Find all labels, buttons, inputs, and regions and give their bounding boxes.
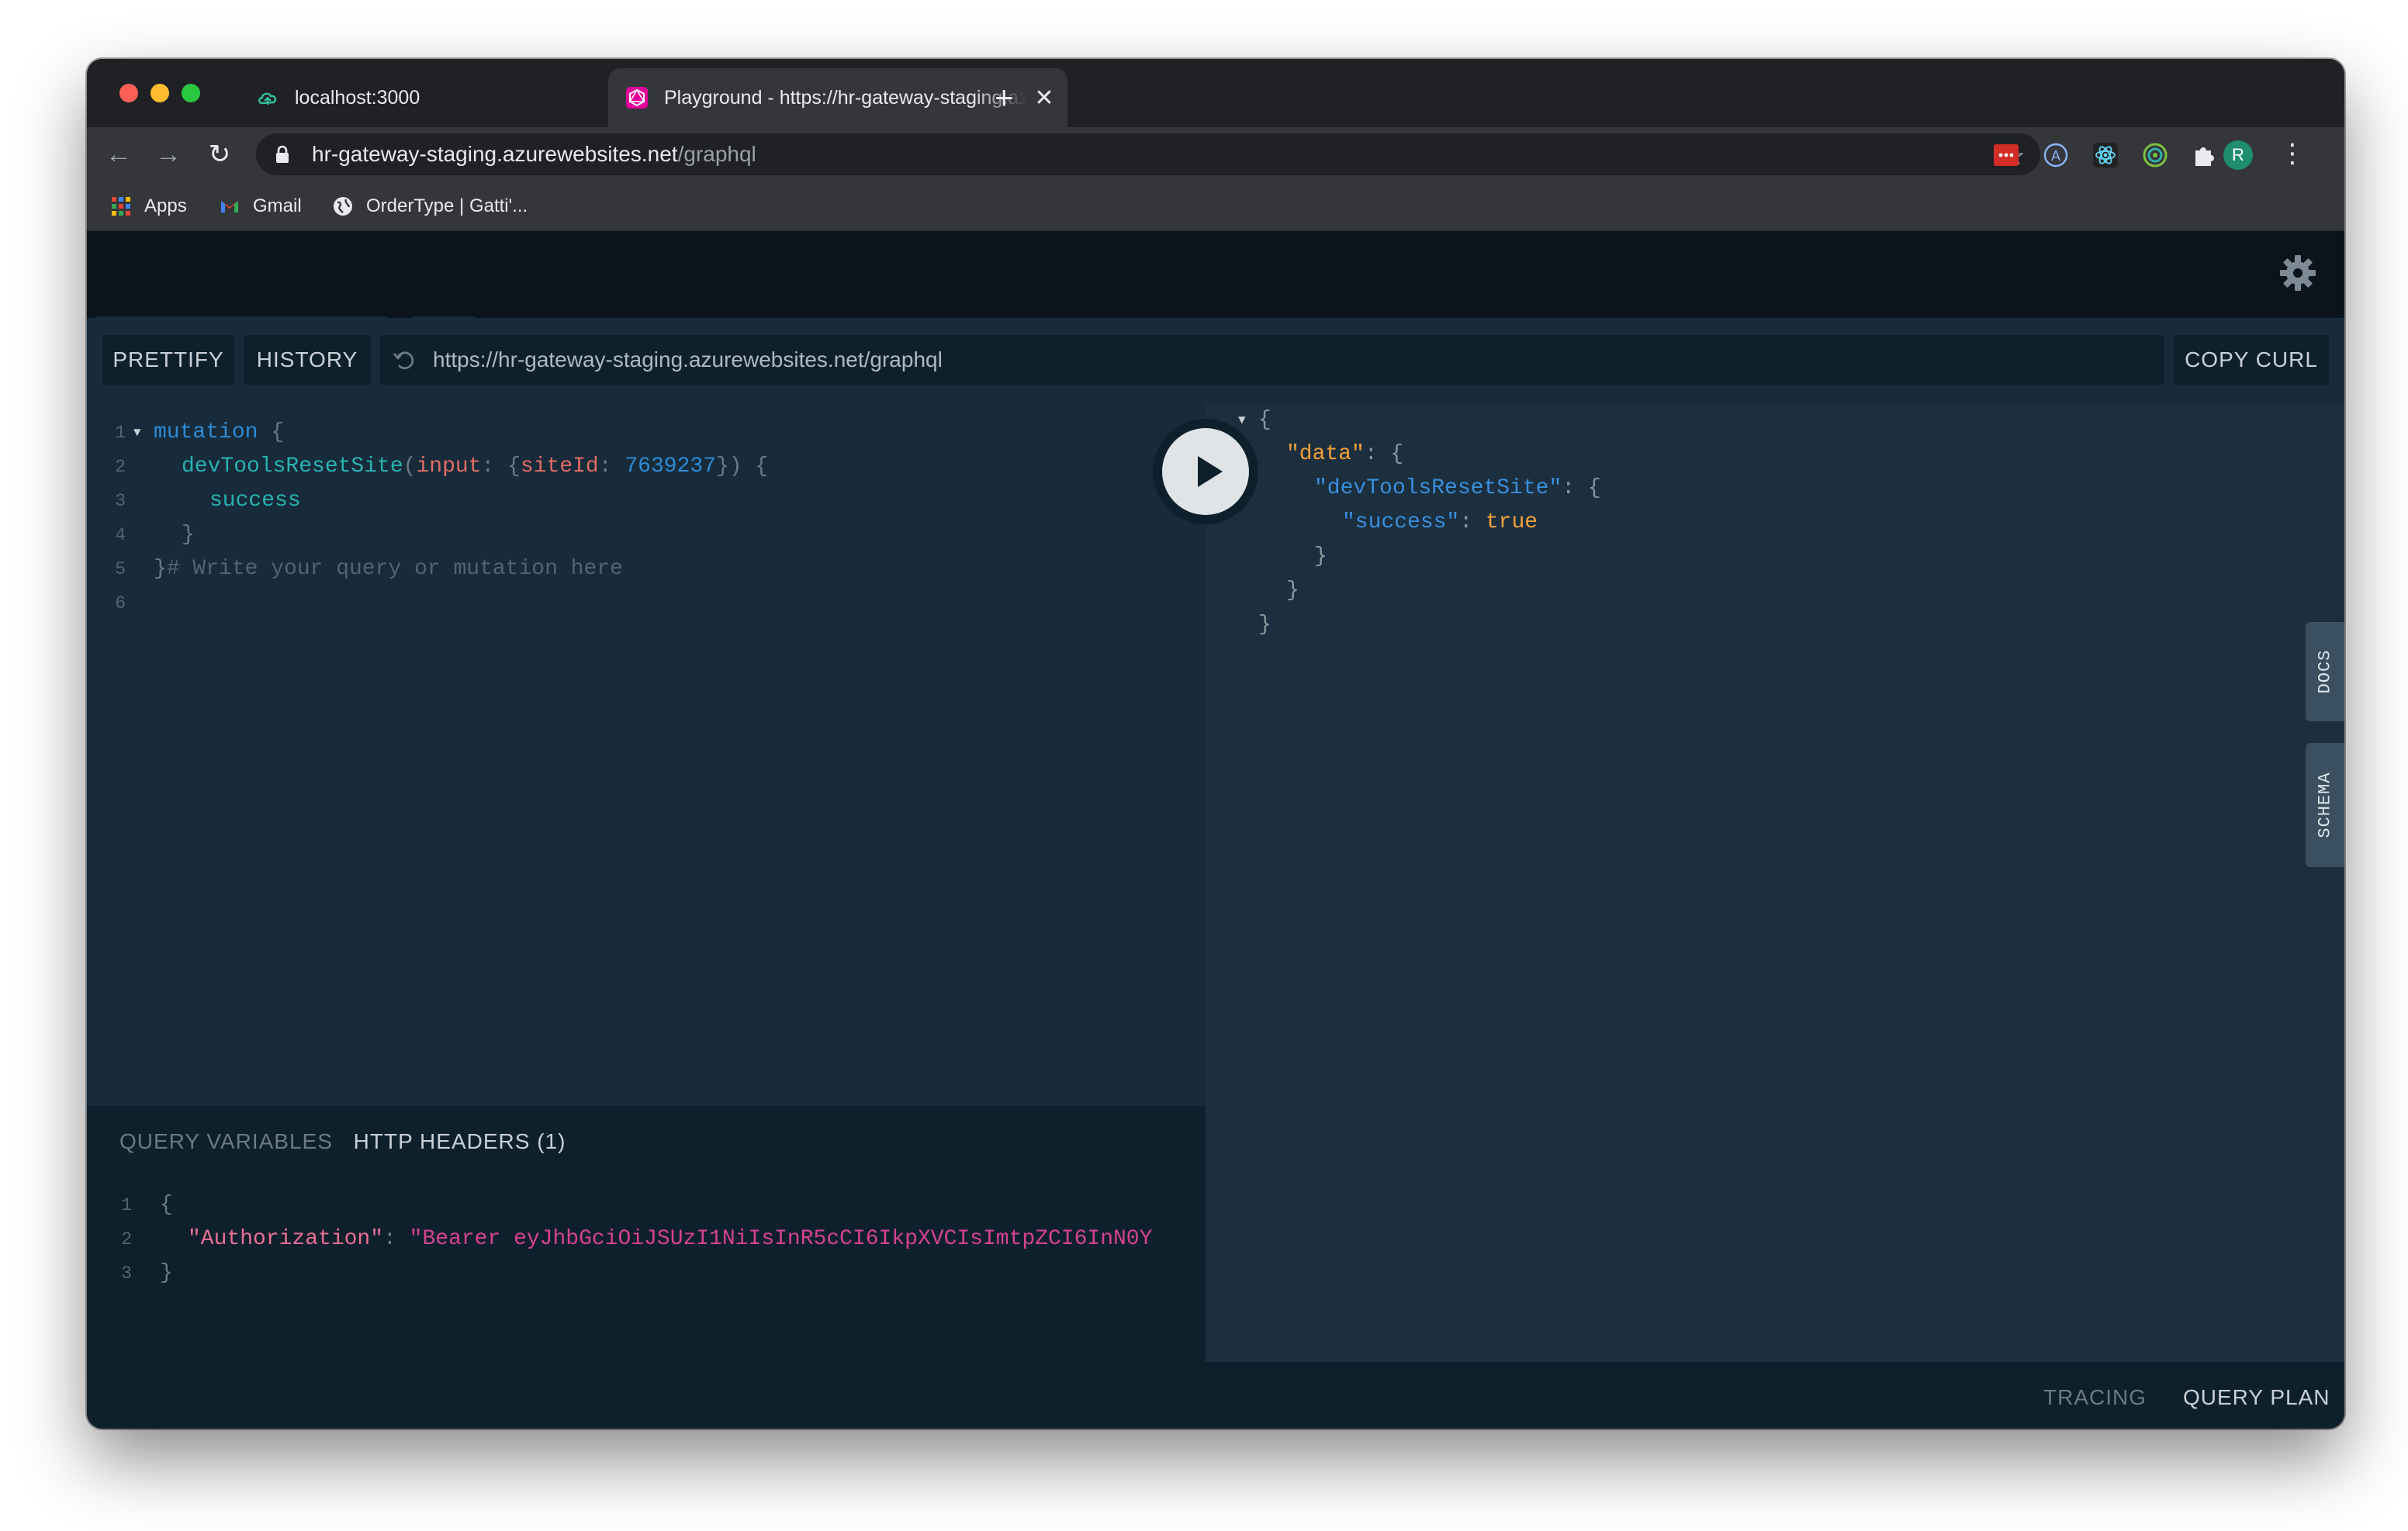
fold-arrow-icon[interactable]: ▼ xyxy=(133,416,141,450)
refresh-schema-icon[interactable] xyxy=(391,346,419,374)
result-pane: ▼ ▼ { "data": { "devToolsResetSite": { "… xyxy=(1206,403,2344,1424)
header-value: "Bearer eyJhbGciOiJSUzI1NiIsInR5cCI6IkpX… xyxy=(409,1227,1153,1251)
history-button[interactable]: HISTORY xyxy=(244,335,371,385)
svg-text:A: A xyxy=(2051,148,2060,164)
query-plan-button[interactable]: QUERY PLAN xyxy=(2183,1385,2330,1410)
line-number: 4 xyxy=(115,525,126,545)
gmail-icon xyxy=(221,201,238,213)
site-id-value: 7639237 xyxy=(624,454,716,479)
react-devtools-icon[interactable] xyxy=(2091,141,2119,169)
zoom-window-button[interactable] xyxy=(182,84,200,102)
site-id-key: siteId xyxy=(520,454,599,479)
code-line: } xyxy=(160,1261,173,1285)
query-comment: # Write your query or mutation here xyxy=(166,557,623,581)
code-line: "Authorization": "Bearer eyJhbGciOiJSUzI… xyxy=(188,1227,1153,1251)
browser-tab-strip: localhost:3000 ✕ Playground - https://hr… xyxy=(87,59,2344,127)
prettify-button[interactable]: PRETTIFY xyxy=(102,335,234,385)
back-arrow-icon[interactable]: ← xyxy=(102,138,135,171)
bookmark-gmail[interactable]: Gmail xyxy=(219,194,302,219)
a-extension-icon[interactable]: A xyxy=(2042,141,2070,169)
address-bar[interactable]: hr-gateway-staging.azurewebsites.net/gra… xyxy=(256,133,2040,175)
url-host: hr-gateway-staging.azurewebsites.net xyxy=(312,142,678,166)
url-path: /graphql xyxy=(677,142,756,166)
json-line: } xyxy=(1314,544,1327,569)
line-number: 2 xyxy=(115,457,126,477)
play-icon xyxy=(1162,428,1249,515)
new-tab-button[interactable]: + xyxy=(995,79,1014,116)
json-line: "data": { xyxy=(1286,442,1404,466)
lock-icon xyxy=(276,145,289,163)
globe-icon xyxy=(334,197,352,216)
mutation-field: devToolsResetSite xyxy=(182,454,403,479)
query-editor[interactable]: 1 2 3 4 5 6 ▼ mutation { devToolsResetSi… xyxy=(87,403,1206,1106)
profile-avatar[interactable]: R xyxy=(2223,140,2253,170)
line-number: 2 xyxy=(121,1229,132,1249)
bookmark-label: Apps xyxy=(144,195,187,216)
selection-field: success xyxy=(209,489,301,513)
run-query-button[interactable] xyxy=(1153,419,1258,524)
endpoint-url: https://hr-gateway-staging.azurewebsites… xyxy=(433,347,943,372)
schema-tab-label: SCHEMA xyxy=(2315,772,2335,838)
copy-curl-button[interactable]: COPY CURL xyxy=(2174,335,2329,385)
line-number: 1 xyxy=(115,423,126,443)
bookmarks-bar: Apps Gmail OrderType | Gatti'... xyxy=(87,181,2344,231)
more-menu-icon[interactable]: ⋮ xyxy=(2279,138,2306,169)
line-number: 1 xyxy=(121,1195,132,1215)
tab-title: Playground - https://hr-gateway-staging.… xyxy=(664,86,1027,109)
json-field-key: "devToolsResetSite" xyxy=(1314,476,1562,500)
header-key: "Authorization" xyxy=(188,1227,384,1251)
target-extension-icon[interactable] xyxy=(2141,141,2169,169)
docs-tab-label: DOCS xyxy=(2315,649,2335,694)
code-line: devToolsResetSite(input: {siteId: 763923… xyxy=(182,454,769,479)
bookmark-apps[interactable]: Apps xyxy=(110,194,187,219)
docs-tab[interactable]: DOCS xyxy=(2306,622,2344,721)
json-success-key: "success" xyxy=(1342,510,1460,534)
line-number: 6 xyxy=(115,593,126,613)
lastpass-extension-icon[interactable] xyxy=(1992,141,2020,169)
bookmark-label: OrderType | Gatti'... xyxy=(366,195,528,216)
code-line: { xyxy=(160,1193,173,1217)
tracing-button[interactable]: TRACING xyxy=(2043,1385,2147,1410)
mutation-keyword: mutation xyxy=(154,420,258,444)
json-success-value: true xyxy=(1485,510,1538,534)
tab-title: localhost:3000 xyxy=(295,86,420,109)
json-line: } xyxy=(1258,613,1271,637)
endpoint-input[interactable]: https://hr-gateway-staging.azurewebsites… xyxy=(380,335,2164,385)
graphql-icon xyxy=(626,87,648,109)
minimize-window-button[interactable] xyxy=(150,84,169,102)
json-line: "devToolsResetSite": { xyxy=(1314,476,1601,500)
code-line: } xyxy=(182,523,195,547)
browser-window: localhost:3000 ✕ Playground - https://hr… xyxy=(87,59,2344,1429)
close-icon[interactable]: ✕ xyxy=(1027,85,1061,112)
schema-tab[interactable]: SCHEMA xyxy=(2306,743,2344,867)
json-line: "success": true xyxy=(1342,510,1538,534)
reload-icon[interactable]: ↻ xyxy=(203,138,236,171)
line-number: 3 xyxy=(115,491,126,511)
playground-toolbar: PRETTIFY HISTORY https://hr-gateway-stag… xyxy=(87,318,2344,403)
json-line: } xyxy=(1286,579,1299,603)
line-number: 3 xyxy=(121,1263,132,1284)
playground-footer: TRACING QUERY PLAN xyxy=(87,1362,2344,1429)
gear-icon[interactable] xyxy=(2278,253,2318,293)
bookmark-label: Gmail xyxy=(253,195,302,216)
puzzle-extensions-icon[interactable] xyxy=(2191,141,2219,169)
json-data-key: "data" xyxy=(1286,442,1365,466)
code-line: }# Write your query or mutation here xyxy=(154,557,623,581)
line-number: 5 xyxy=(115,559,126,579)
bookmark-ordertype[interactable]: OrderType | Gatti'... xyxy=(332,194,528,219)
code-line: mutation { xyxy=(154,420,285,444)
json-line: { xyxy=(1258,408,1271,432)
browser-toolbar: ← → ↻ hr-gateway-staging.azurewebsites.n… xyxy=(87,127,2344,181)
forward-arrow-icon[interactable]: → xyxy=(152,138,185,171)
apps-grid-icon xyxy=(112,197,130,216)
argument-name: input xyxy=(416,454,482,479)
close-window-button[interactable] xyxy=(119,84,138,102)
cloud-icon xyxy=(258,92,277,105)
code-line: success xyxy=(209,484,301,518)
